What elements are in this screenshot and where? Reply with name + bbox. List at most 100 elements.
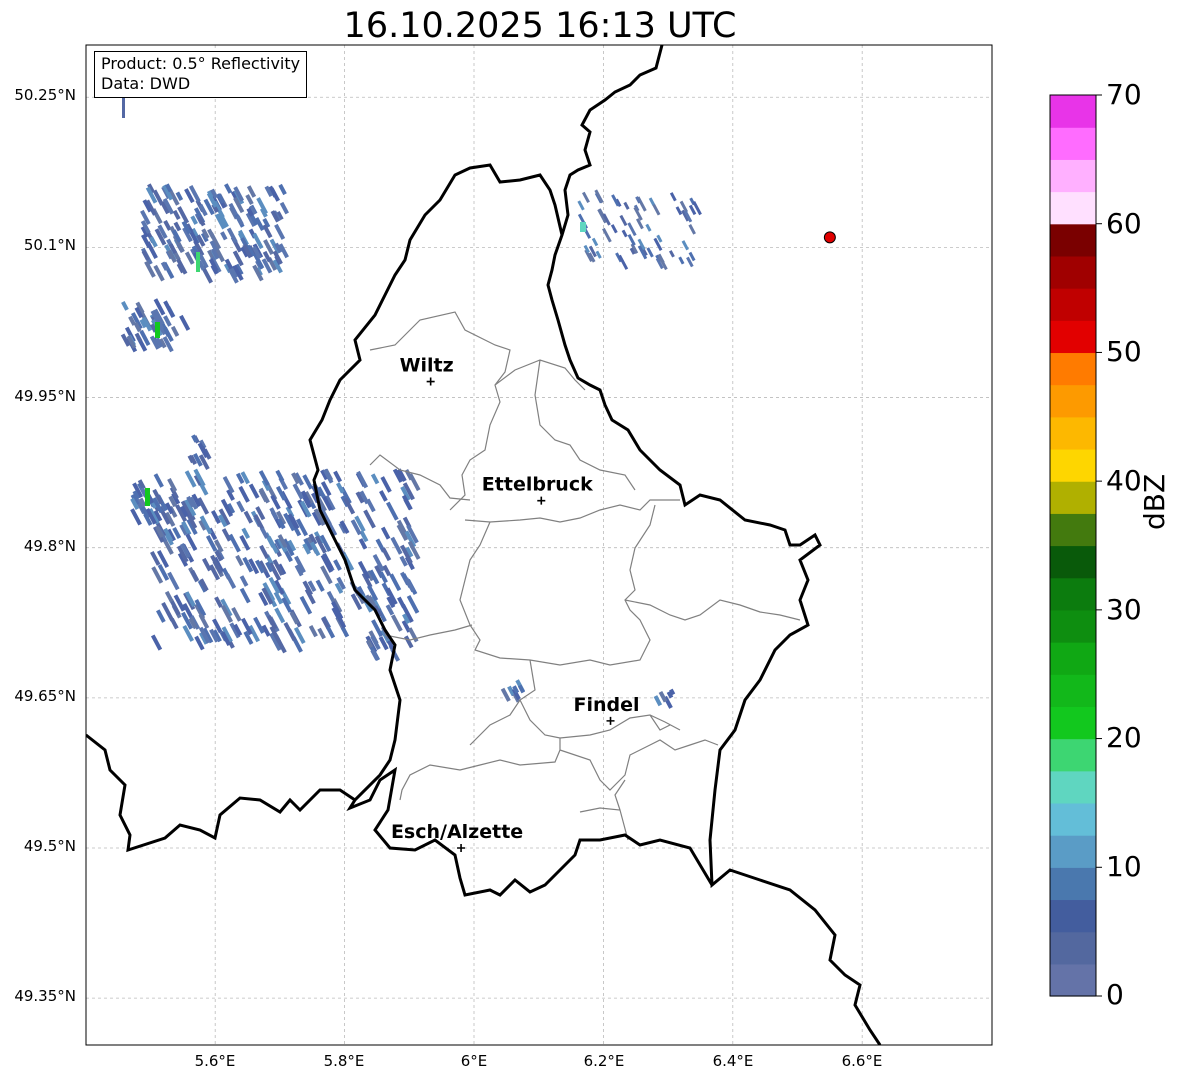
colorbar-tick-label: 60 — [1106, 207, 1142, 240]
echo-cell — [278, 183, 287, 196]
city-label: Wiltz — [400, 355, 454, 377]
lat-tick-label: 50.1°N — [23, 236, 76, 254]
echo-cell — [220, 231, 228, 241]
product-info-box: Product: 0.5° Reflectivity Data: DWD — [94, 51, 308, 98]
city-label: Ettelbruck — [482, 474, 593, 496]
lat-tick-label: 49.35°N — [14, 987, 76, 1005]
city-marker — [606, 716, 615, 725]
colorbar-segment — [1050, 642, 1096, 675]
lat-tick-label: 49.5°N — [23, 837, 76, 855]
product-label: Product: 0.5° Reflectivity — [101, 54, 301, 73]
colorbar-tick-label: 20 — [1106, 721, 1142, 754]
echo-cell — [582, 191, 590, 204]
colorbar-segment — [1050, 674, 1096, 707]
echo-cell — [196, 252, 200, 272]
colorbar-segment — [1050, 159, 1096, 193]
echo-cell — [381, 547, 392, 562]
echo-cell — [681, 240, 689, 251]
echo-cell — [283, 621, 297, 642]
city-label: Findel — [574, 694, 640, 716]
echo-cell — [274, 223, 286, 240]
echo-cell — [155, 322, 160, 338]
lon-tick-label: 6°E — [460, 1052, 488, 1070]
colorbar-tick-label: 70 — [1106, 78, 1142, 111]
radar-echoes — [120, 98, 702, 709]
city-markers: Wiltz Ettelbruck Findel Esch/Alzette — [391, 355, 640, 852]
lat-tick-label: 49.95°N — [14, 387, 76, 405]
echo-cell — [380, 476, 392, 493]
colorbar-segment — [1050, 448, 1096, 482]
colorbar-segment — [1050, 899, 1096, 933]
echo-cell — [386, 501, 399, 521]
colorbar-segment — [1050, 802, 1096, 836]
echo-cell — [239, 587, 251, 604]
echo-cell — [688, 224, 696, 235]
echo-cell — [315, 579, 325, 592]
colorbar — [1050, 94, 1102, 997]
echo-cell — [248, 483, 260, 499]
echo-cell — [279, 201, 289, 215]
colorbar-label: dBZ — [1138, 473, 1171, 530]
map-gridlines — [86, 45, 992, 1045]
colorbar-segment — [1050, 95, 1096, 128]
echo-cell — [397, 596, 406, 609]
echo-cell — [390, 536, 403, 555]
echo-cell — [363, 509, 376, 529]
echo-cell — [333, 559, 342, 571]
colorbar-segment — [1050, 545, 1096, 579]
echo-cell — [602, 227, 612, 243]
echo-cell — [406, 594, 420, 614]
echo-cell — [156, 609, 166, 623]
echo-cell — [228, 533, 241, 553]
echo-cell — [652, 203, 661, 216]
echo-cell — [302, 474, 314, 490]
echo-cell — [577, 200, 585, 211]
echo-cell — [317, 627, 326, 640]
echo-cell — [333, 470, 343, 483]
radar-site-marker — [823, 231, 836, 244]
echo-cell — [308, 625, 318, 638]
colorbar-tick-label: 50 — [1106, 335, 1142, 368]
echo-cell — [163, 300, 176, 318]
lon-tick-label: 5.6°E — [194, 1052, 236, 1070]
plot-frame — [85, 44, 993, 1046]
echo-cell — [675, 206, 683, 216]
echo-cell — [610, 224, 618, 234]
colorbar-segment — [1050, 963, 1096, 997]
echo-cell — [618, 254, 629, 270]
echo-cell — [259, 544, 270, 559]
colorbar-segment — [1050, 416, 1096, 450]
echo-cell — [239, 575, 249, 587]
echo-cell — [130, 508, 142, 526]
echo-cell — [404, 635, 414, 649]
lat-tick-label: 49.8°N — [23, 537, 76, 555]
colorbar-segment — [1050, 867, 1096, 901]
lon-tick-label: 5.8°E — [323, 1052, 365, 1070]
echo-cell — [202, 557, 212, 572]
echo-cell — [668, 250, 675, 258]
echo-cell — [235, 215, 244, 226]
city-label: Esch/Alzette — [391, 821, 523, 843]
lon-tick-label: 6.4°E — [712, 1052, 754, 1070]
lon-tick-label: 6.6°E — [841, 1052, 883, 1070]
echo-cell — [669, 192, 677, 202]
lat-tick-label: 50.25°N — [14, 86, 76, 104]
echo-cell — [225, 573, 237, 589]
echo-cell — [619, 214, 628, 227]
colorbar-segment — [1050, 738, 1096, 772]
district-boundaries — [369, 311, 801, 841]
echo-cell — [164, 590, 174, 603]
colorbar-segment — [1050, 706, 1096, 740]
colorbar-segment — [1050, 931, 1096, 965]
colorbar-segment — [1050, 223, 1096, 257]
colorbar-segment — [1050, 352, 1096, 386]
echo-cell — [390, 614, 403, 632]
echo-cell — [170, 325, 180, 337]
colorbar-segment — [1050, 770, 1096, 804]
colorbar-segment — [1050, 288, 1096, 321]
echo-cell — [292, 483, 304, 500]
echo-cell — [179, 314, 191, 331]
echo-cell — [122, 98, 125, 118]
echo-cell — [379, 490, 388, 502]
echo-cell — [153, 473, 164, 488]
